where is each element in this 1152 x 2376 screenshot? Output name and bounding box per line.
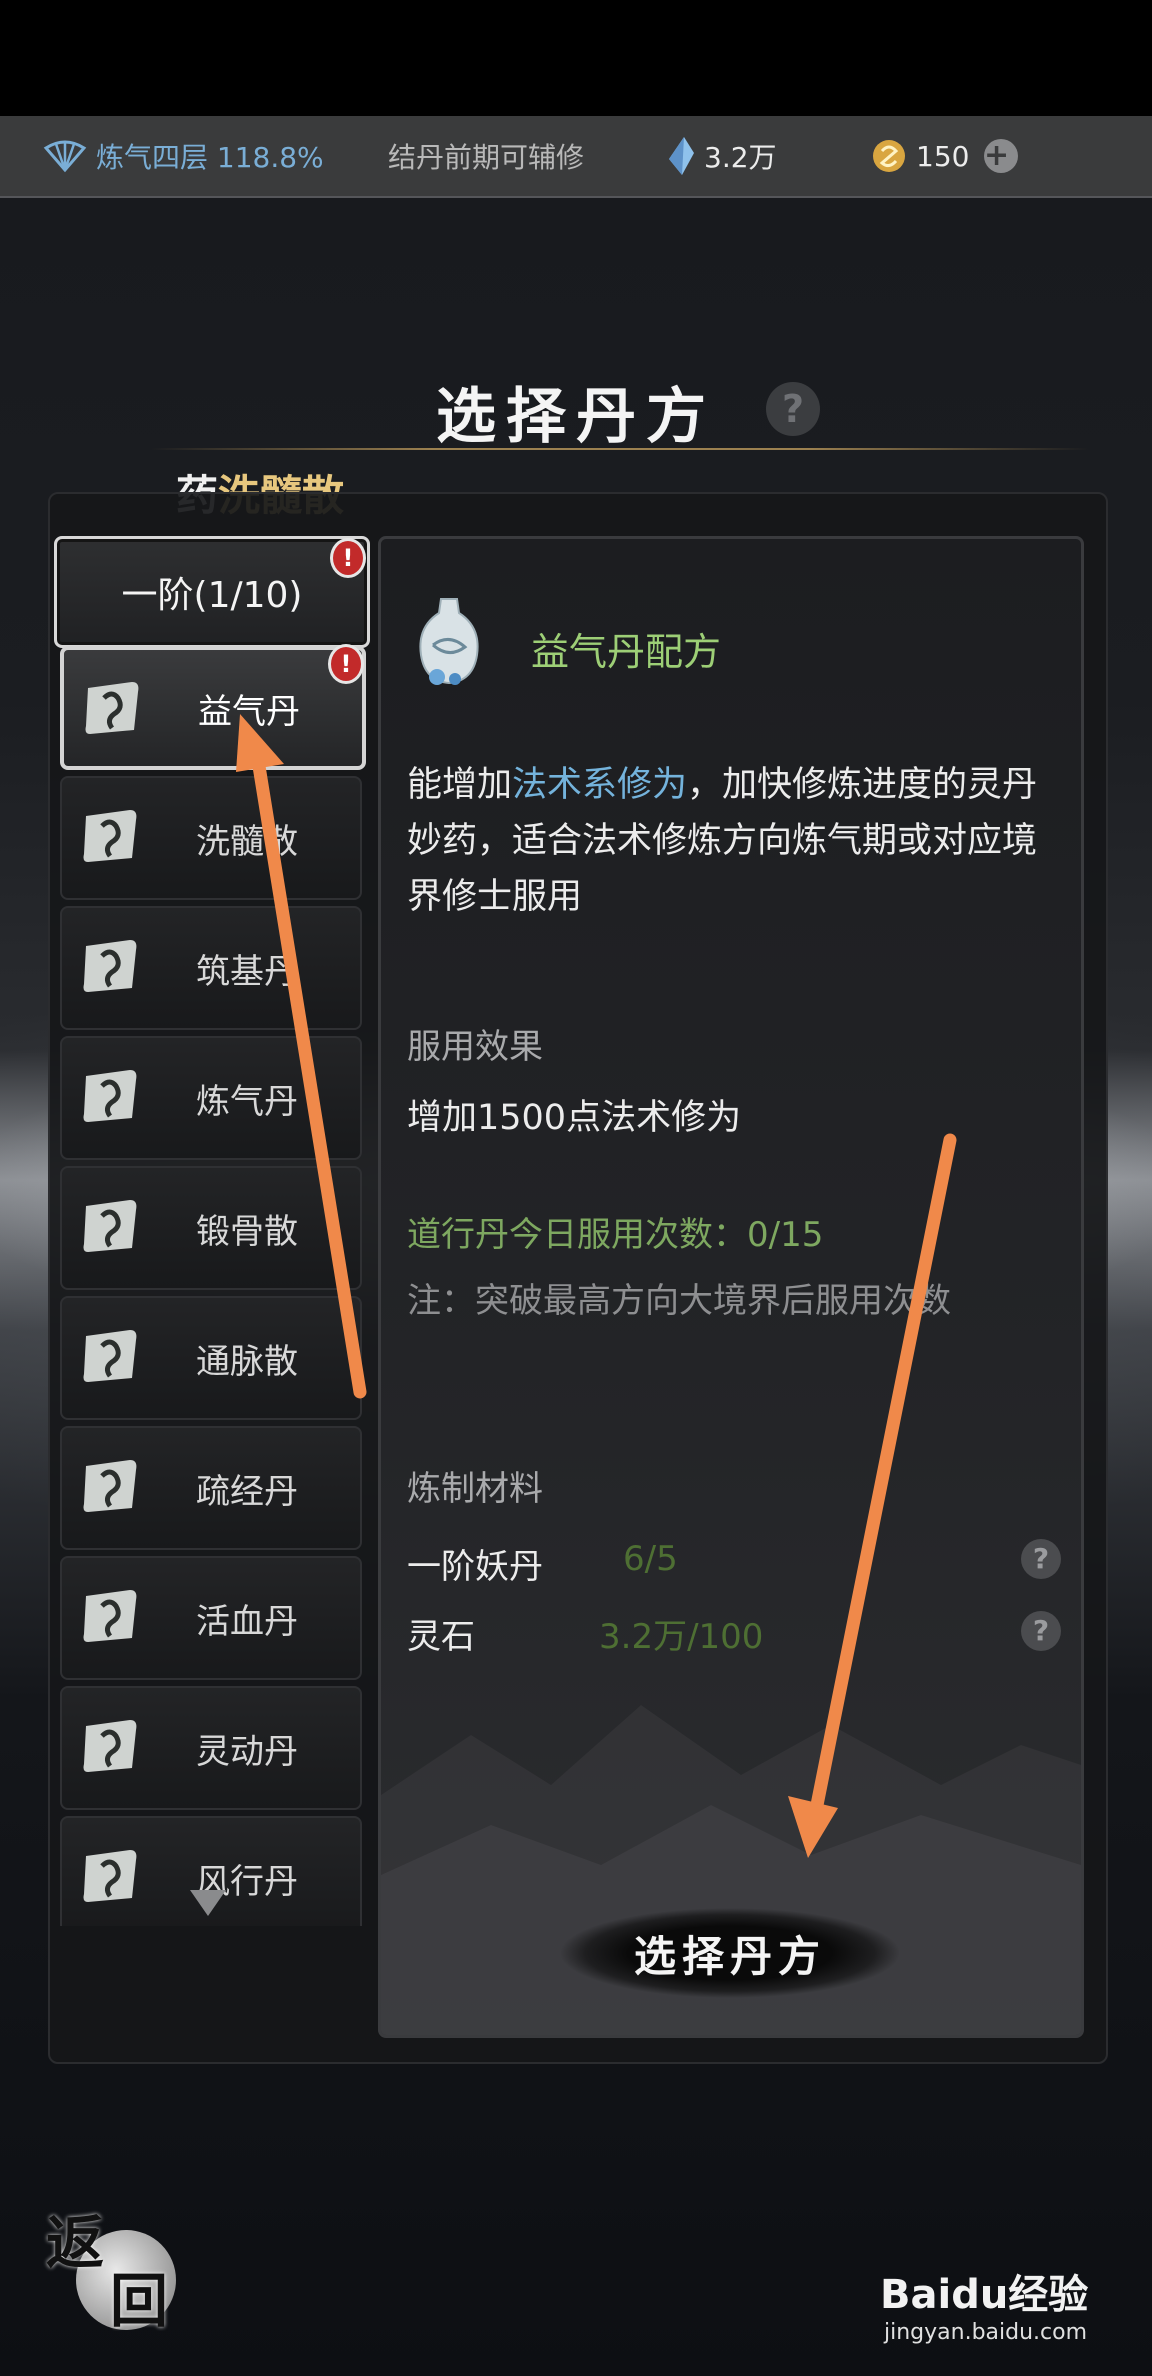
recipe-item[interactable]: 筑基丹: [60, 906, 362, 1030]
material-value: 6/5: [623, 1539, 678, 1579]
recipe-detail-panel: 益气丹配方 能增加法术系修为，加快修炼进度的灵丹妙药，适合法术修炼方向炼气期或对…: [378, 536, 1084, 2038]
scroll-icon: [80, 806, 142, 866]
recipe-item[interactable]: 通脉散: [60, 1296, 362, 1420]
effect-text: 增加1500点法术修为: [407, 1098, 742, 1138]
recipe-item[interactable]: 洗髓散: [60, 776, 362, 900]
recipe-description: 能增加法术系修为，加快修炼进度的灵丹妙药，适合法术修炼方向炼气期或对应境界修士服…: [407, 757, 1057, 925]
materials-label: 炼制材料: [407, 1469, 543, 1509]
recipe-item[interactable]: 锻骨散: [60, 1166, 362, 1290]
watermark-brand: Baidu经验: [880, 2272, 1089, 2318]
back-char: 返: [46, 2209, 105, 2277]
recipe-item[interactable]: 活血丹: [60, 1556, 362, 1680]
recipe-label: 通脉散: [196, 1341, 298, 1382]
description-highlight: 法术系修为: [512, 765, 688, 805]
recipe-item[interactable]: 疏经丹: [60, 1426, 362, 1550]
recipe-item[interactable]: 炼气丹: [60, 1036, 362, 1160]
scroll-icon: [80, 1586, 142, 1646]
use-note: 注：突破最高方向大境界后服用次数: [407, 1281, 951, 1321]
effect-label: 服用效果: [407, 1027, 543, 1067]
alert-badge: !: [328, 644, 364, 684]
description-text: 能增加: [407, 765, 513, 805]
material-name: 灵石: [407, 1617, 475, 1657]
scroll-down-icon[interactable]: [190, 1890, 226, 1916]
recipe-label: 疏经丹: [196, 1471, 298, 1512]
recipe-label: 筑基丹: [196, 951, 298, 992]
recipe-label: 灵动丹: [196, 1731, 298, 1772]
scroll-icon: [80, 936, 142, 996]
recipe-label: 炼气丹: [196, 1081, 298, 1122]
scroll-icon: [80, 1456, 142, 1516]
back-button[interactable]: 返 回: [46, 2196, 176, 2335]
material-value: 3.2万/100: [599, 1617, 764, 1657]
recipe-item[interactable]: 益气丹: [60, 646, 366, 770]
scroll-icon: [80, 1326, 142, 1386]
daily-use-count: 道行丹今日服用次数：0/15: [407, 1215, 824, 1255]
recipe-label: 锻骨散: [196, 1211, 298, 1252]
material-name: 一阶妖丹: [407, 1547, 543, 1587]
help-icon[interactable]: ?: [1021, 1539, 1061, 1579]
scroll-icon: [80, 1196, 142, 1256]
scroll-icon: [82, 678, 144, 738]
back-char: 回: [110, 2267, 169, 2335]
choose-recipe-button[interactable]: 选择丹方: [560, 1908, 900, 1998]
watermark-url: jingyan.baidu.com: [884, 2320, 1088, 2345]
scroll-icon: [80, 1716, 142, 1776]
scroll-icon: [80, 1846, 142, 1906]
recipe-title: 益气丹配方: [531, 630, 722, 674]
recipe-label: 洗髓散: [196, 821, 298, 862]
help-icon[interactable]: ?: [1021, 1611, 1061, 1651]
recipe-item[interactable]: 灵动丹: [60, 1686, 362, 1810]
pill-bottle-icon: [419, 598, 479, 685]
recipe-label: 活血丹: [196, 1601, 298, 1642]
recipe-label: 益气丹: [198, 691, 300, 732]
scroll-icon: [80, 1066, 142, 1126]
